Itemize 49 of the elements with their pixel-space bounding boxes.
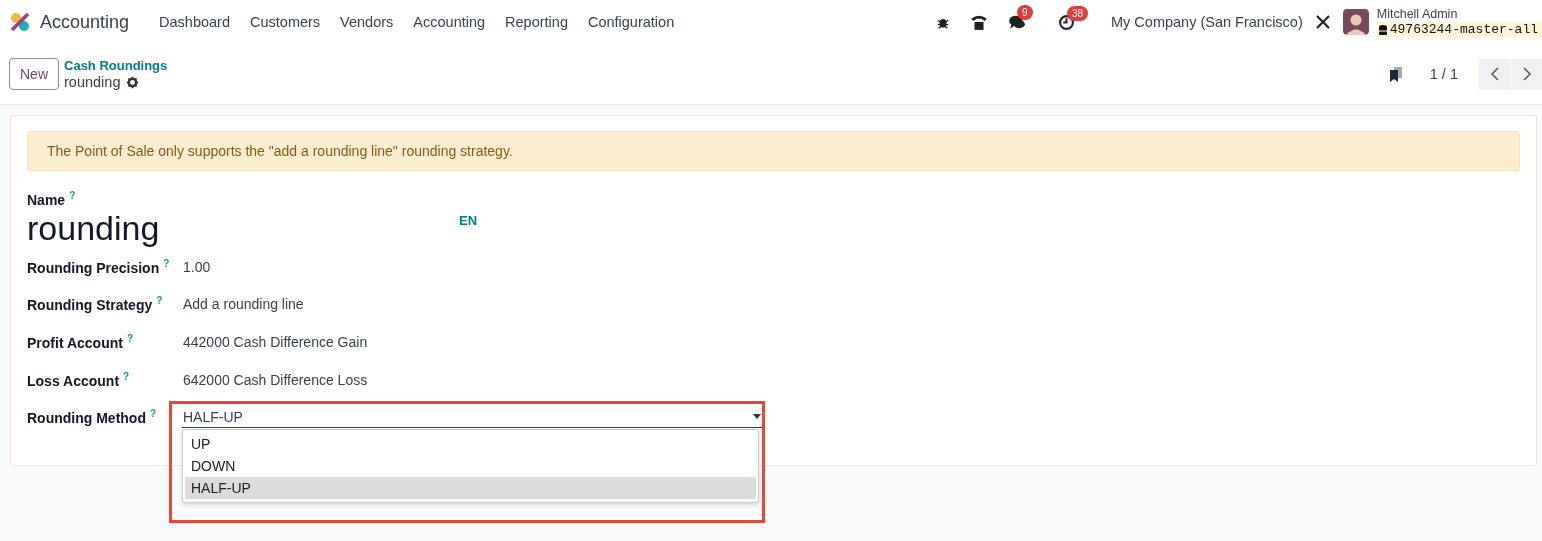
help-tooltip[interactable]: ? [69, 190, 76, 201]
pager-value: 1 / 1 [1429, 66, 1458, 82]
notification-badge: 38 [1067, 5, 1089, 21]
select-field[interactable]: HALF-UP [182, 406, 765, 428]
field-label: Rounding Method [27, 410, 146, 427]
breadcrumb-link[interactable]: Cash Roundings [64, 57, 168, 74]
database-badge: 49763244-master-all [1376, 22, 1542, 37]
field-value[interactable]: 642000 Cash Difference Loss [183, 371, 368, 388]
next-button[interactable] [1511, 58, 1542, 90]
record-name: rounding [64, 74, 121, 91]
help-tooltip[interactable]: ? [126, 333, 134, 345]
field-label: Name [27, 191, 66, 208]
notification-badge: 9 [1017, 5, 1033, 20]
field-value[interactable]: 442000 Cash Difference Gain [183, 333, 368, 350]
name-field[interactable]: rounding [27, 207, 459, 248]
menu-item[interactable]: Dashboard [149, 10, 240, 34]
bookmarks-icon [1387, 65, 1404, 83]
help-tooltip[interactable]: ? [123, 370, 130, 382]
field-value[interactable]: Add a rounding line [183, 296, 304, 313]
menu-item[interactable]: Vendors [330, 10, 404, 34]
company-switcher[interactable]: My Company (San Francisco) [1111, 14, 1303, 30]
user-name[interactable]: Mitchell Admin [1376, 7, 1542, 22]
previous-button[interactable] [1479, 58, 1510, 90]
settings-icon [126, 76, 140, 89]
new-button[interactable]: New [9, 58, 59, 90]
menu-item[interactable]: Reporting [495, 10, 578, 34]
app-logo-icon[interactable] [9, 11, 31, 33]
app-name[interactable]: Accounting [40, 11, 130, 33]
field-label: Rounding Strategy [27, 297, 153, 313]
field-label: Loss Account [27, 372, 120, 389]
help-tooltip[interactable]: ? [149, 408, 157, 420]
help-tooltip[interactable]: ? [163, 257, 170, 269]
field-value[interactable]: 1.00 [183, 258, 211, 275]
dropdown-option[interactable]: HALF-UP [185, 476, 756, 499]
menu-item[interactable]: Customers [240, 10, 331, 34]
chevron-right-icon [1521, 66, 1532, 82]
help-tooltip[interactable]: ? [156, 295, 163, 307]
language-button[interactable]: EN [459, 212, 478, 228]
menu-item[interactable]: Configuration [577, 10, 685, 34]
phone-icon [970, 13, 988, 31]
dropdown-option[interactable]: UP [185, 432, 756, 455]
chevron-left-icon [1489, 66, 1500, 82]
field-label: Profit Account [27, 334, 123, 351]
dropdown-option[interactable]: DOWN [185, 454, 756, 477]
field-label: Rounding Precision [27, 259, 160, 276]
avatar-icon[interactable] [1342, 9, 1369, 35]
caret-icon [753, 414, 761, 420]
warning-alert: The Point of Sale only supports the "add a rounding line" rounding strategy. [27, 131, 1520, 171]
menu-item[interactable]: Accounting [403, 10, 496, 34]
